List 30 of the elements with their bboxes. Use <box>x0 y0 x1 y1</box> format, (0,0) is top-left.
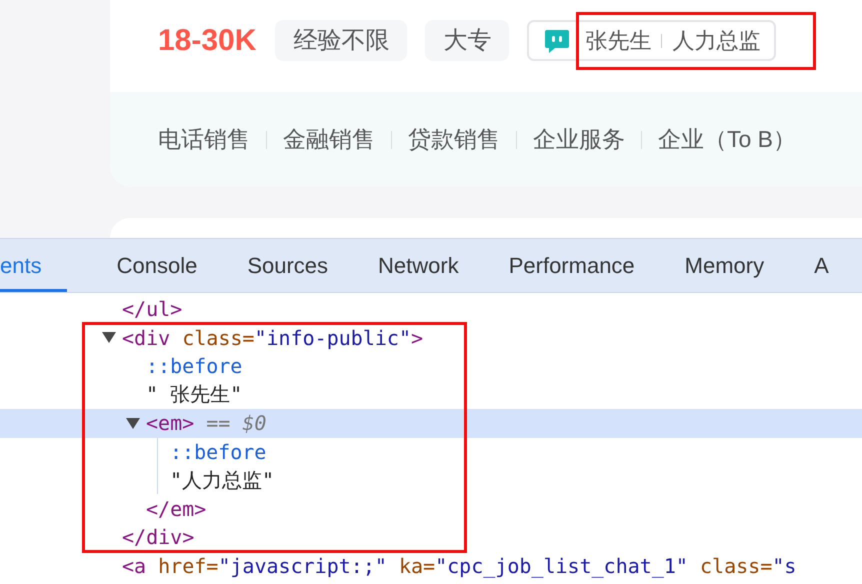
recruiter-title: 人力总监 <box>672 26 760 54</box>
code-line[interactable]: <em> == $0 <box>146 411 266 436</box>
devtools-tab[interactable]: A <box>814 239 829 292</box>
devtools-tab[interactable]: ents <box>0 239 67 292</box>
category-label[interactable]: 金融销售 <box>283 124 375 155</box>
salary-text: 18-30K <box>158 23 256 59</box>
code-line[interactable]: "人力总监" <box>170 466 274 494</box>
code-line[interactable]: </ul> <box>122 297 182 322</box>
code-line[interactable]: ::before <box>170 440 266 464</box>
devtools-tab[interactable]: Sources <box>247 239 328 292</box>
category-label[interactable]: 贷款销售 <box>408 124 500 155</box>
devtools-tab[interactable]: Performance <box>508 239 635 292</box>
category-label[interactable]: 企业服务 <box>533 124 625 155</box>
job-tag: 经验不限 <box>275 20 408 61</box>
code-line[interactable]: " 张先生" <box>146 381 242 408</box>
job-tag: 大专 <box>425 20 510 61</box>
devtools-tab[interactable]: Memory <box>684 239 764 292</box>
category-label[interactable]: 企业（To B） <box>658 124 796 155</box>
code-line[interactable]: <div class="info-public"> <box>122 326 424 350</box>
triangle-icon[interactable] <box>126 418 140 429</box>
code-line[interactable]: </div> <box>122 525 194 550</box>
recruiter-chip[interactable]: 张先生 人力总监 <box>527 20 776 61</box>
devtools-tab[interactable]: Network <box>378 239 459 292</box>
triangle-icon[interactable] <box>102 332 116 344</box>
category-label[interactable]: 电话销售 <box>158 124 250 155</box>
code-line[interactable]: </em> <box>146 496 206 521</box>
code-line[interactable]: <a href="javascript:;" ka="cpc_job_list_chat_1" class="s <box>122 554 796 578</box>
code-line[interactable]: ::before <box>146 354 242 378</box>
recruiter-name: 张先生 <box>585 26 652 54</box>
devtools-tab[interactable]: Console <box>116 239 198 292</box>
